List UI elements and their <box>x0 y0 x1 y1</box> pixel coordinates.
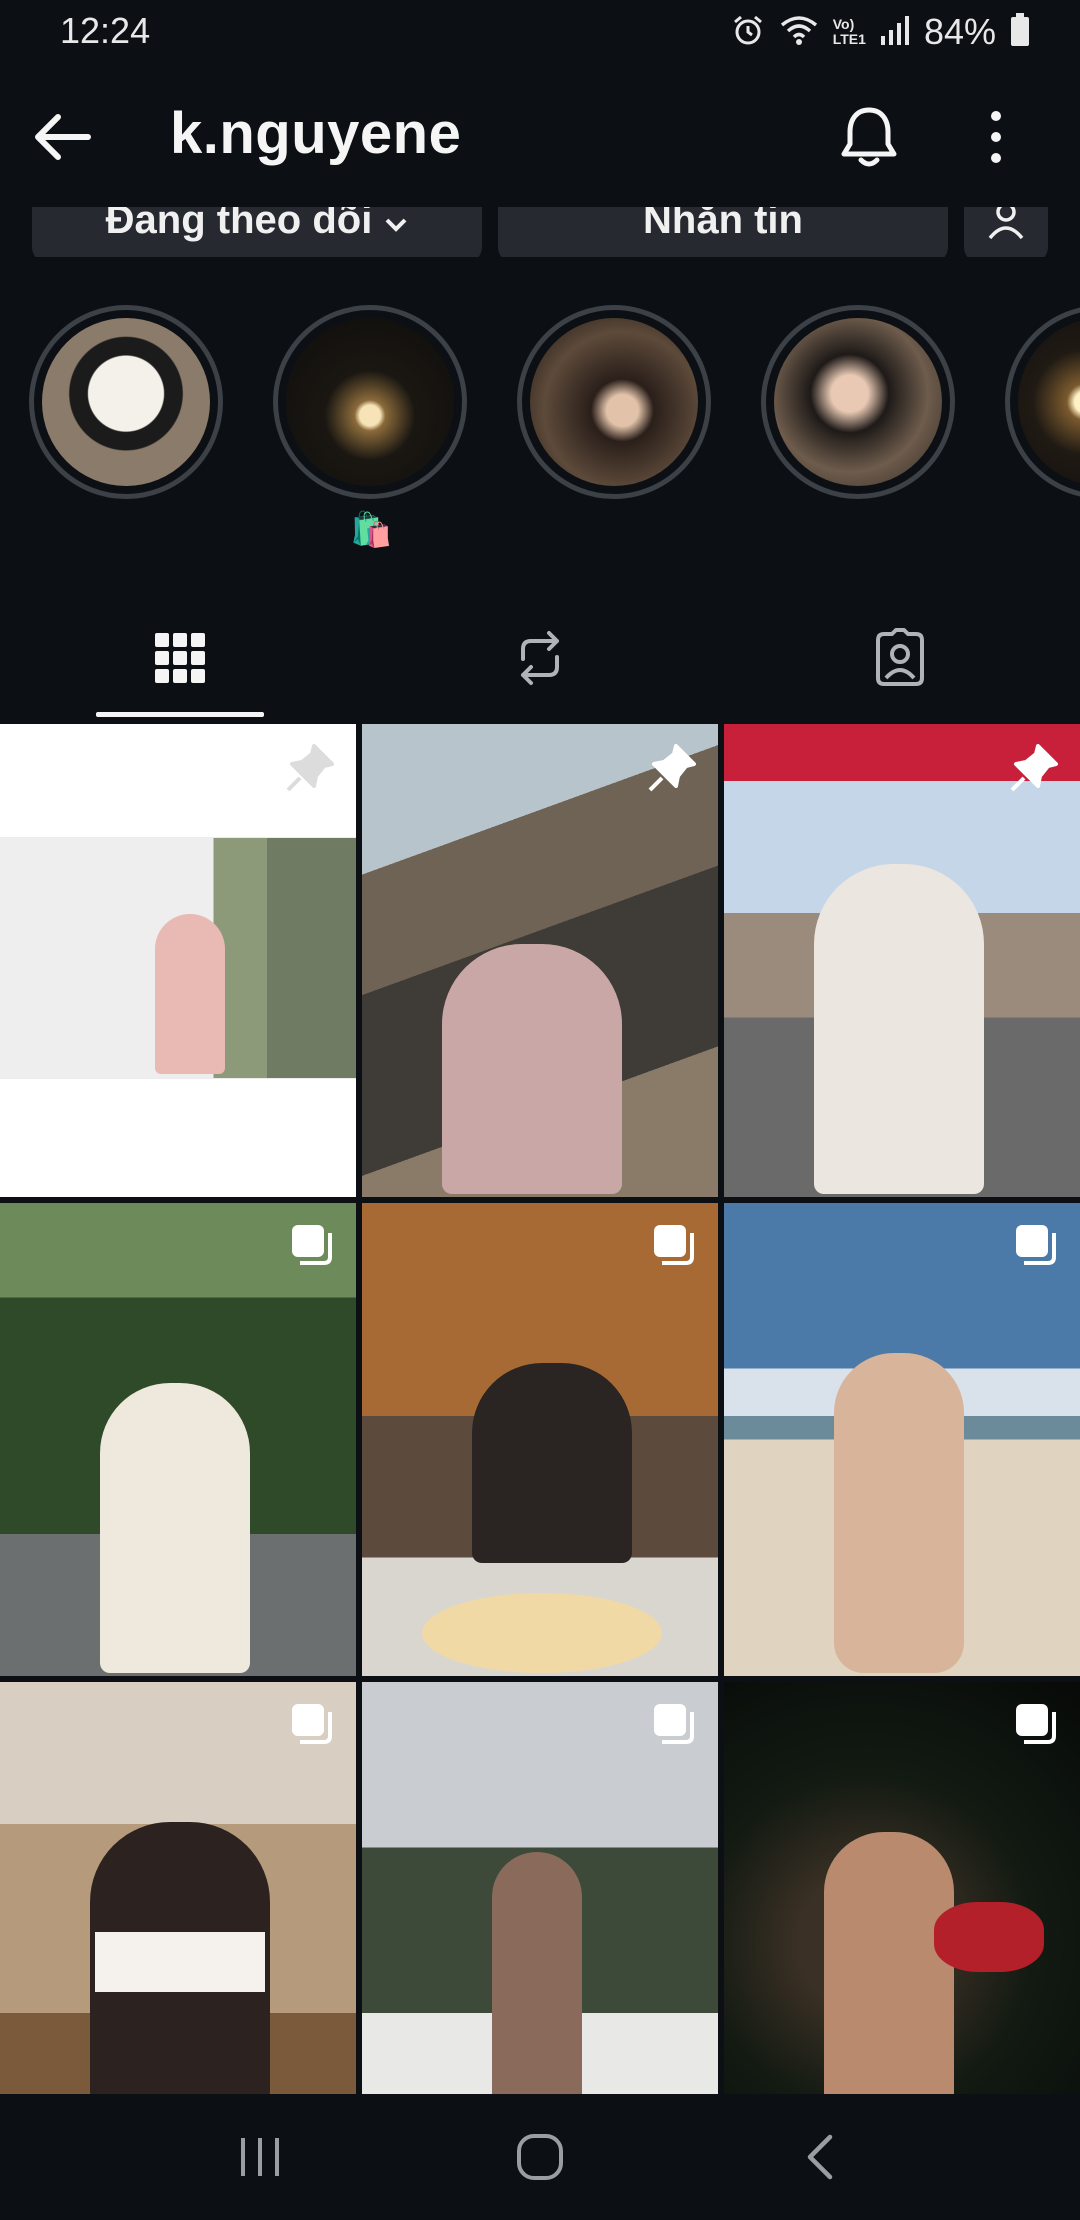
profile-header: k.nguyene <box>0 70 1080 200</box>
wifi-icon <box>779 13 819 52</box>
pin-icon <box>1008 742 1060 799</box>
following-button[interactable]: Đang theo dõi <box>32 207 482 257</box>
highlight-item[interactable] <box>1005 305 1080 499</box>
flower-bouquet <box>934 1902 1044 1972</box>
repost-icon <box>521 630 559 685</box>
tab-tagged[interactable] <box>800 600 1000 715</box>
tab-reposts[interactable] <box>440 600 640 715</box>
post-subject <box>100 1383 250 1673</box>
more-options-button[interactable] <box>970 102 1022 172</box>
profile-username: k.nguyene <box>170 101 462 166</box>
highlight-cover <box>42 318 210 486</box>
add-person-icon <box>988 207 1024 240</box>
lte-label: LTE1 <box>832 31 866 47</box>
home-button[interactable] <box>470 2122 610 2192</box>
alarm-icon <box>731 13 765 52</box>
highlight-item[interactable] <box>273 305 467 499</box>
back-icon <box>807 2134 833 2180</box>
shopping-bags-badge: 🛍️ <box>350 511 393 549</box>
post-thumbnail[interactable]: Mới <box>0 724 356 1197</box>
status-icons: Vo) LTE1 84% <box>731 10 1030 54</box>
highlight-cover <box>530 318 698 486</box>
bell-icon <box>841 107 897 167</box>
volte-label: Vo) <box>832 16 855 32</box>
grid-icon <box>155 632 205 683</box>
highlight-item[interactable] <box>29 305 223 499</box>
highlight-cover <box>774 318 942 486</box>
profile-actions: Đang theo dõi Nhắn tin <box>0 207 1080 257</box>
post-thumbnail[interactable] <box>0 1682 356 2094</box>
home-icon <box>517 2134 563 2180</box>
post-subject <box>442 944 622 1194</box>
food-plate <box>422 1593 662 1673</box>
new-post-label: Mới <box>20 1147 75 1180</box>
post-thumbnail[interactable] <box>362 724 718 1197</box>
highlight-cover <box>1018 318 1080 486</box>
battery-percent: 84% <box>923 11 996 52</box>
notifications-button[interactable] <box>836 102 902 172</box>
following-label: Đang theo dõi <box>105 207 373 242</box>
message-button[interactable]: Nhắn tin <box>498 207 948 257</box>
carousel-icon <box>288 1221 336 1274</box>
post-thumbnail[interactable] <box>724 724 1080 1197</box>
active-tab-indicator <box>96 712 264 717</box>
profile-tabs <box>0 600 1080 720</box>
carousel-icon <box>288 1700 336 1753</box>
back-button[interactable] <box>28 102 98 172</box>
chevron-down-icon <box>384 207 408 243</box>
post-thumbnail[interactable] <box>724 1682 1080 2094</box>
message-label: Nhắn tin <box>643 207 803 242</box>
post-thumbnail[interactable] <box>0 1203 356 1676</box>
post-subject-top <box>95 1932 265 1992</box>
post-subject <box>155 914 225 1074</box>
highlight-item[interactable] <box>517 305 711 499</box>
highlight-item[interactable] <box>761 305 955 499</box>
signal-icon <box>880 14 910 51</box>
recents-icon <box>241 2138 279 2176</box>
status-bar: 12:24 Vo) LTE1 84% <box>0 0 1080 66</box>
story-highlights: 🛍️ <box>0 300 1080 560</box>
post-subject <box>824 1832 954 2094</box>
posts-grid: Mới <box>0 724 1080 2094</box>
system-nav-bar <box>0 2094 1080 2220</box>
post-thumbnail[interactable] <box>362 1682 718 2094</box>
highlight-cover <box>286 318 454 486</box>
carousel-icon <box>1012 1700 1060 1753</box>
post-subject <box>834 1353 964 1673</box>
post-subject <box>492 1852 582 2094</box>
carousel-icon <box>650 1700 698 1753</box>
post-subject <box>814 864 984 1194</box>
post-thumbnail[interactable] <box>362 1203 718 1676</box>
carousel-icon <box>650 1221 698 1274</box>
profile-screen: 12:24 Vo) LTE1 84% k.nguyene Đang theo d… <box>0 0 1080 2220</box>
back-arrow-icon <box>35 114 91 160</box>
tagged-person-icon <box>876 627 924 686</box>
battery-icon <box>1010 12 1030 52</box>
more-vertical-icon <box>991 111 1001 163</box>
volte-indicator: Vo) LTE1 <box>833 17 866 47</box>
post-thumbnail[interactable] <box>724 1203 1080 1676</box>
post-subject <box>472 1363 632 1563</box>
carousel-icon <box>1012 1221 1060 1274</box>
suggested-users-button[interactable] <box>964 207 1048 257</box>
pin-icon <box>284 742 336 799</box>
status-time: 12:24 <box>60 10 151 51</box>
tab-posts[interactable] <box>80 600 280 715</box>
system-back-button[interactable] <box>750 2122 890 2192</box>
pin-icon <box>646 742 698 799</box>
recents-button[interactable] <box>190 2122 330 2192</box>
